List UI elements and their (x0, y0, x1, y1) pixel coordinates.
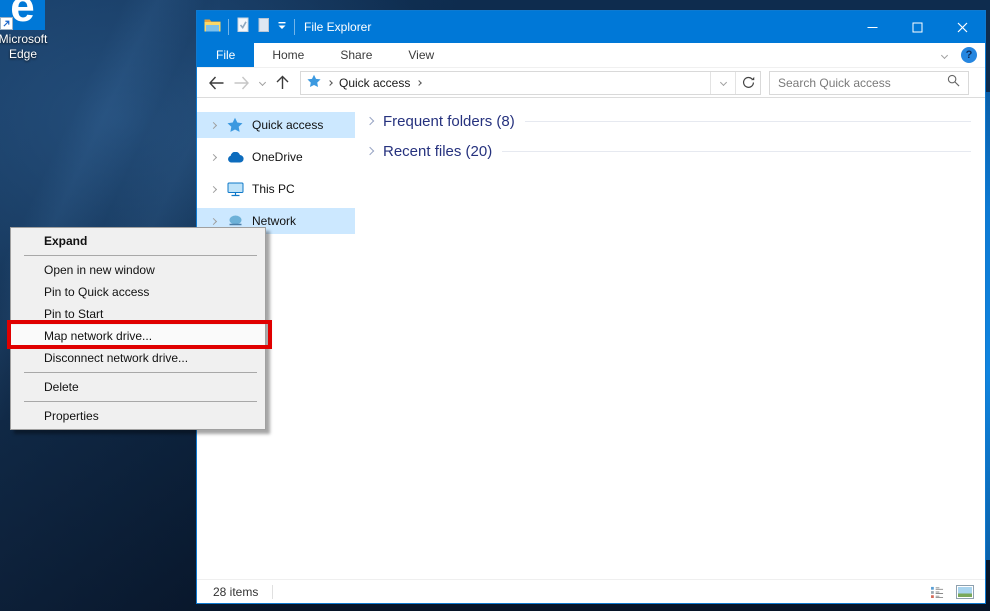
titlebar[interactable]: File Explorer (197, 11, 985, 43)
status-bar: 28 items (197, 579, 985, 603)
group-recent-files[interactable]: Recent files (20) (365, 136, 973, 166)
group-chevron-icon[interactable] (365, 116, 375, 126)
toolbar-separator (228, 19, 229, 35)
customize-toolbar-icon[interactable] (277, 18, 287, 36)
onedrive-cloud-icon (226, 151, 244, 163)
menu-item-disconnect-network-drive[interactable]: Disconnect network drive... (11, 347, 265, 369)
minimize-button[interactable] (850, 11, 895, 43)
group-divider (524, 120, 971, 122)
edge-shortcut[interactable]: e (0, 0, 45, 30)
maximize-button[interactable] (895, 11, 940, 43)
item-count: 28 items (213, 584, 259, 599)
menu-separator (24, 401, 257, 402)
breadcrumb-chevron-icon[interactable] (327, 79, 333, 86)
window-controls (850, 11, 985, 43)
thumbnail-view-icon[interactable] (955, 583, 975, 601)
back-button[interactable] (203, 70, 229, 96)
menu-item-properties[interactable]: Properties (11, 405, 265, 427)
breadcrumb-chevron-icon[interactable] (416, 79, 423, 86)
search-input[interactable] (778, 75, 947, 90)
group-frequent-folders[interactable]: Frequent folders (8) (365, 106, 973, 136)
group-chevron-icon[interactable] (365, 146, 375, 156)
status-separator (272, 584, 274, 599)
desktop: e Microsoft Edge File Explorer File Home… (0, 0, 990, 611)
this-pc-monitor-icon (226, 182, 244, 197)
breadcrumb-root[interactable]: Quick access (339, 76, 410, 90)
expander-chevron-icon[interactable] (209, 153, 217, 161)
quick-access-star-icon (307, 74, 321, 91)
edge-shortcut-label[interactable]: Microsoft Edge (0, 32, 55, 62)
annotation-highlight-box (7, 320, 272, 349)
ribbon-tab-bar: File Home Share View ? (197, 43, 985, 68)
search-box[interactable] (769, 70, 969, 95)
menu-separator (24, 372, 257, 373)
address-dropdown-chevron-icon[interactable] (710, 71, 735, 94)
shortcut-arrow-icon (0, 17, 13, 30)
tab-home[interactable]: Home (254, 43, 322, 67)
expand-ribbon-chevron-icon[interactable] (940, 51, 949, 59)
tab-share[interactable]: Share (322, 43, 390, 67)
up-button[interactable] (269, 70, 295, 96)
quick-access-star-icon (226, 117, 244, 133)
toolbar-separator (294, 19, 295, 35)
close-button[interactable] (940, 11, 985, 43)
tab-file[interactable]: File (197, 43, 255, 67)
menu-item-expand[interactable]: Expand (11, 230, 265, 252)
menu-separator (24, 255, 257, 256)
menu-item-delete[interactable]: Delete (11, 376, 265, 398)
sidebar-item-onedrive[interactable]: OneDrive (197, 144, 355, 170)
network-icon (226, 214, 244, 228)
search-icon[interactable] (947, 74, 960, 92)
details-view-icon[interactable] (927, 583, 947, 601)
sidebar-item-this-pc[interactable]: This PC (197, 176, 355, 202)
content-pane: Frequent folders (8) Recent files (20) (355, 98, 985, 579)
sidebar-item-quick-access[interactable]: Quick access (197, 112, 355, 138)
properties-icon[interactable] (236, 17, 250, 38)
help-icon[interactable]: ? (961, 47, 977, 63)
navigation-bar: Quick access (197, 68, 985, 98)
forward-button[interactable] (229, 70, 255, 96)
group-divider (502, 150, 971, 152)
window-title: File Explorer (304, 20, 372, 34)
menu-item-open-in-new-window[interactable]: Open in new window (11, 259, 265, 281)
menu-item-pin-to-quick-access[interactable]: Pin to Quick access (11, 281, 265, 303)
tab-view[interactable]: View (390, 43, 452, 67)
expander-chevron-icon[interactable] (209, 121, 217, 129)
breadcrumb[interactable]: Quick access (301, 74, 710, 91)
explorer-folder-icon (204, 18, 221, 37)
file-explorer-window: File Explorer File Home Share View ? Qui… (196, 10, 986, 604)
address-bar[interactable]: Quick access (300, 70, 761, 95)
refresh-icon[interactable] (735, 71, 760, 94)
new-folder-icon[interactable] (257, 17, 270, 38)
recent-locations-chevron-icon[interactable] (255, 70, 269, 96)
quick-access-toolbar (197, 17, 295, 38)
expander-chevron-icon[interactable] (209, 185, 217, 193)
expander-chevron-icon[interactable] (209, 217, 217, 225)
